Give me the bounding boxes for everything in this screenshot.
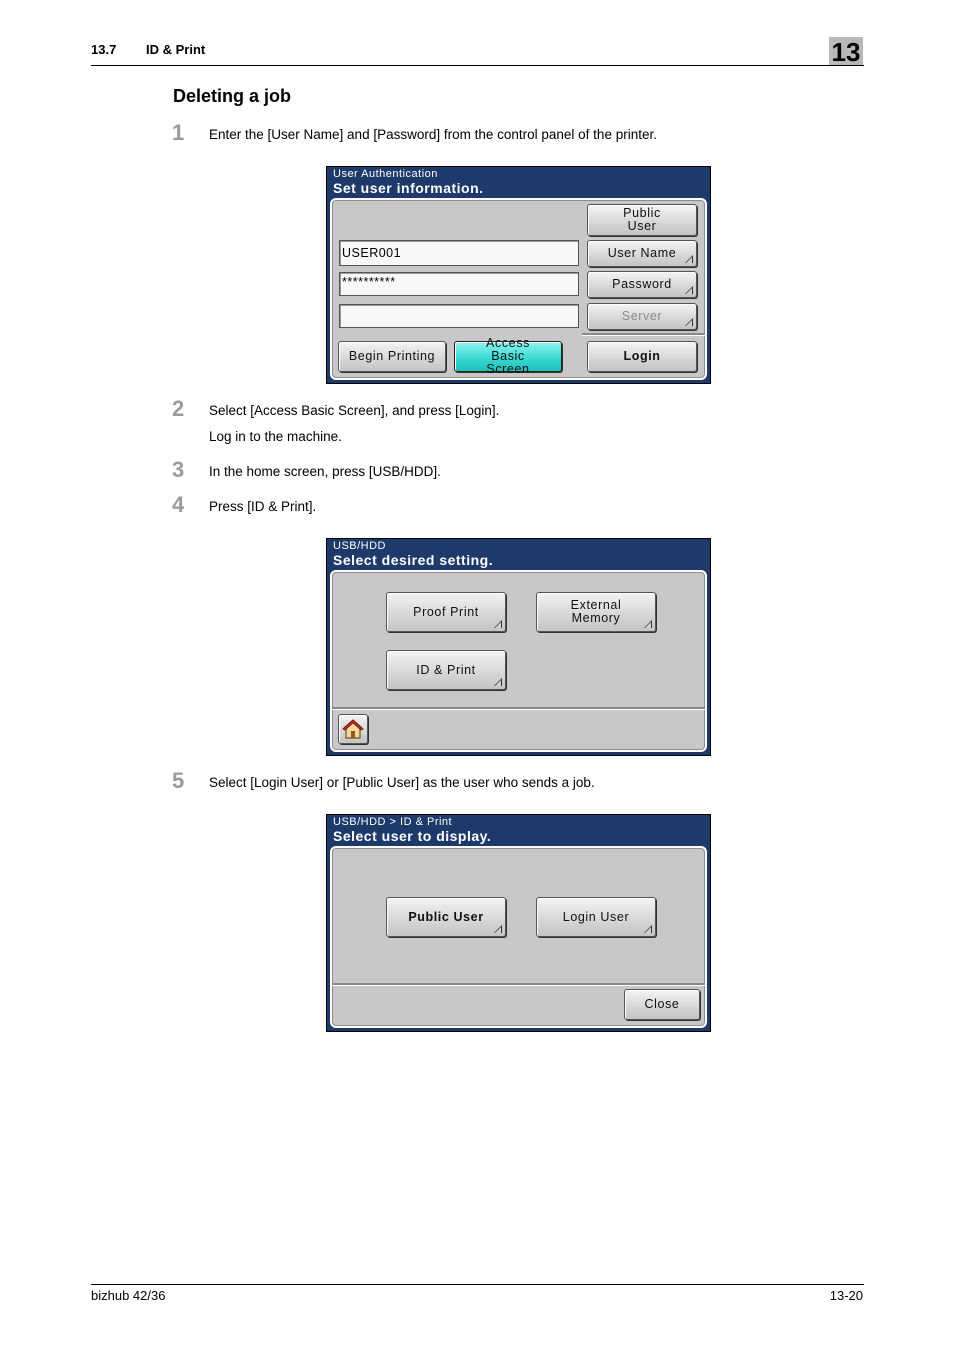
screen-caption-big: Set user information. [333, 180, 484, 196]
public-user-button[interactable]: Public User [386, 897, 506, 937]
screen-body: USER001 ********** Public User User Name… [330, 198, 707, 380]
step-subtext: Log in to the machine. [209, 429, 342, 444]
button-label: ID & Print [416, 662, 476, 677]
button-label: Close [644, 997, 680, 1011]
screen-caption-big: Select desired setting. [333, 552, 494, 568]
id-print-button[interactable]: ID & Print [386, 650, 506, 690]
external-memory-button[interactable]: External Memory [536, 592, 656, 632]
button-label: Password [612, 277, 672, 291]
screen-caption-small: User Authentication [333, 168, 438, 180]
section-number: 13.7 [91, 42, 117, 57]
step-text: Press [ID & Print]. [209, 499, 317, 514]
corner-triangle-icon [494, 620, 502, 628]
corner-triangle-icon [685, 255, 693, 263]
step-number: 3 [172, 457, 185, 482]
server-button[interactable]: Server [587, 303, 697, 330]
step-text: Select [Access Basic Screen], and press … [209, 403, 500, 418]
button-label: External Memory [570, 598, 622, 625]
step-text: Enter the [User Name] and [Password] fro… [209, 127, 657, 142]
corner-triangle-icon [494, 678, 502, 686]
footer-page-number: 13-20 [829, 1288, 863, 1303]
section-name: ID & Print [146, 42, 206, 57]
divider [582, 333, 705, 336]
usb-hdd-screen: USB/HDD Select desired setting. Proof Pr… [326, 538, 711, 756]
divider [332, 983, 705, 986]
button-label: Server [621, 309, 663, 323]
step-number: 4 [172, 492, 185, 517]
footer-divider [91, 1284, 864, 1285]
home-icon [342, 719, 364, 739]
corner-triangle-icon [494, 925, 502, 933]
username-field[interactable]: USER001 [339, 240, 579, 266]
user-name-button[interactable]: User Name [587, 240, 697, 267]
step-number: 2 [172, 396, 185, 421]
button-label: Public User [408, 909, 484, 924]
corner-triangle-icon [685, 286, 693, 294]
login-user-button[interactable]: Login User [536, 897, 656, 937]
header-divider [91, 65, 864, 66]
password-field[interactable]: ********** [339, 272, 579, 296]
chapter-number: 13 [829, 37, 863, 67]
step-number: 5 [172, 768, 185, 793]
step-text: In the home screen, press [USB/HDD]. [209, 464, 441, 479]
button-label: Login [623, 349, 661, 363]
public-user-button[interactable]: Public User [587, 204, 697, 236]
access-basic-screen-button[interactable]: Access Basic Screen [454, 337, 562, 376]
begin-printing-button[interactable]: Begin Printing [338, 341, 446, 372]
password-button[interactable]: Password [587, 271, 697, 298]
step-text: Select [Login User] or [Public User] as … [209, 775, 595, 790]
divider [332, 707, 705, 710]
proof-print-button[interactable]: Proof Print [386, 592, 506, 632]
screen-body: Public User Login User Close [330, 846, 707, 1028]
button-label: Login User [562, 909, 630, 924]
screen-caption-small: USB/HDD [333, 540, 387, 552]
login-button[interactable]: Login [587, 341, 697, 372]
button-label: User Name [607, 246, 677, 260]
corner-triangle-icon [644, 620, 652, 628]
corner-triangle-icon [685, 318, 693, 326]
close-button[interactable]: Close [624, 989, 700, 1020]
step-number: 1 [172, 120, 185, 145]
button-label: Public User [623, 206, 661, 233]
button-label: Access Basic Screen [486, 336, 530, 376]
user-authentication-screen: User Authentication Set user information… [326, 166, 711, 384]
corner-triangle-icon [644, 925, 652, 933]
screen-body: Proof Print External Memory ID & Print [330, 570, 707, 752]
screen-caption-big: Select user to display. [333, 828, 492, 844]
screen-caption-small: USB/HDD > ID & Print [333, 816, 453, 828]
server-field[interactable] [339, 304, 579, 328]
home-button[interactable] [338, 714, 368, 744]
button-label: Proof Print [413, 604, 479, 619]
button-label: Begin Printing [348, 349, 436, 363]
page-title: Deleting a job [173, 86, 292, 106]
select-user-screen: USB/HDD > ID & Print Select user to disp… [326, 814, 711, 1032]
footer-product: bizhub 42/36 [91, 1288, 166, 1303]
